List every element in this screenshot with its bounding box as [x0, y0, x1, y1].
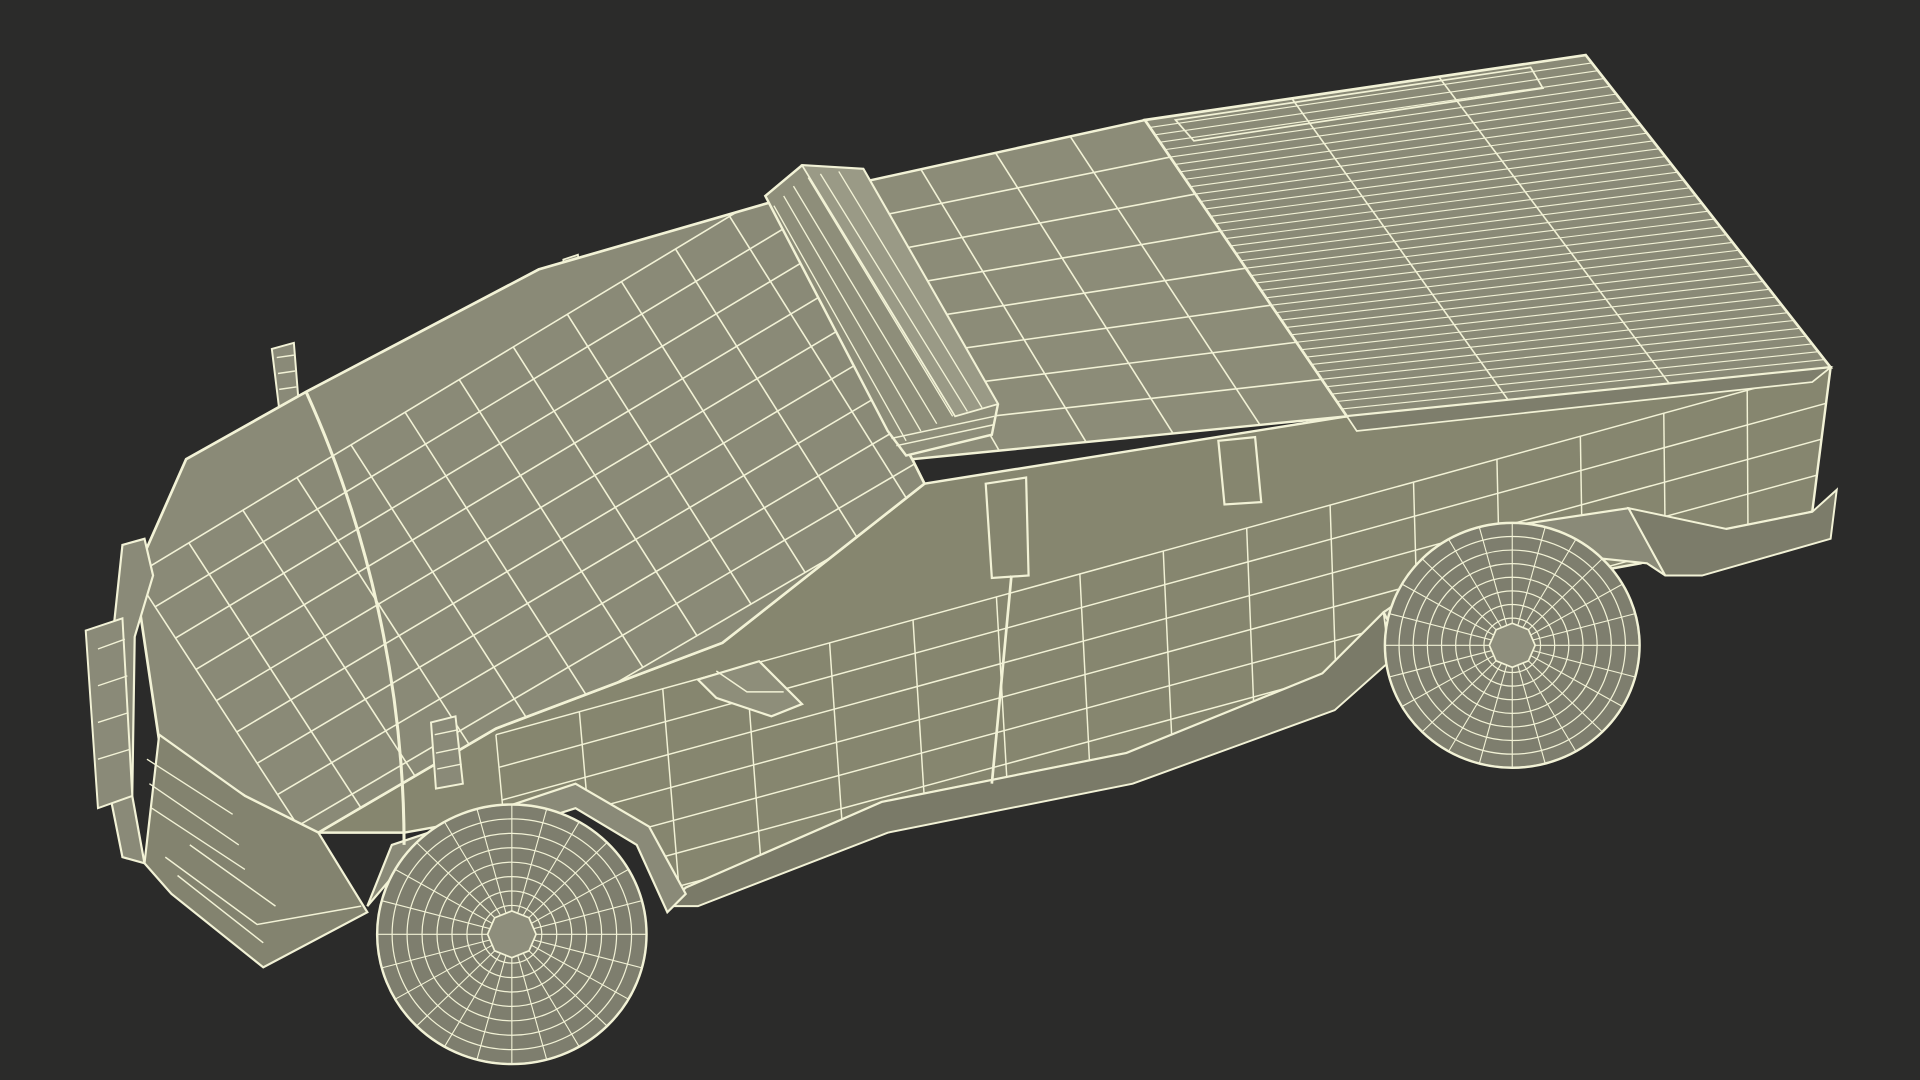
rear-wheel	[1383, 521, 1641, 769]
front-wheel	[375, 803, 648, 1066]
viewport-canvas	[0, 0, 1920, 1080]
truck-wireframe-render	[84, 53, 1839, 1066]
